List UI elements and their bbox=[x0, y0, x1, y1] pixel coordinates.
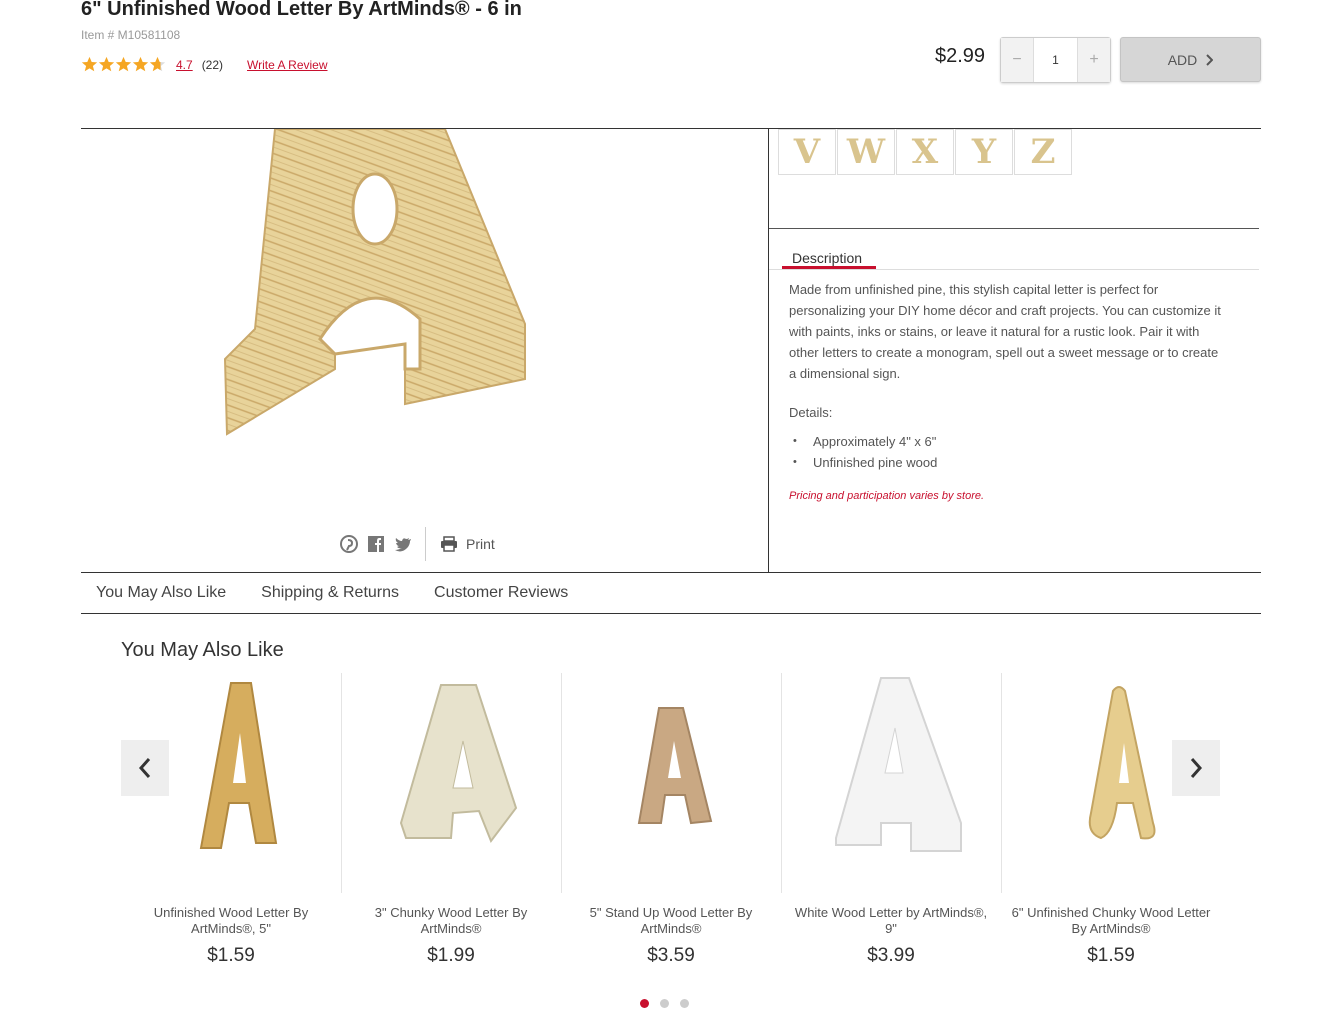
product-price: $1.59 bbox=[207, 945, 255, 966]
thumbnail-strip: V W X Y Z bbox=[778, 129, 1073, 175]
product-image[interactable] bbox=[341, 673, 561, 883]
product-image[interactable] bbox=[781, 673, 1001, 883]
quantity-stepper: − 1 + bbox=[1000, 37, 1111, 83]
divider bbox=[425, 527, 426, 561]
print-button[interactable]: Print bbox=[440, 536, 495, 552]
facebook-icon[interactable] bbox=[367, 535, 385, 553]
pricing-disclaimer: Pricing and participation varies by stor… bbox=[789, 490, 985, 502]
thumbnail-w[interactable]: W bbox=[837, 129, 895, 175]
product-price: $3.59 bbox=[647, 945, 695, 966]
rating-value-link[interactable]: 4.7 bbox=[176, 58, 193, 72]
carousel-prev-button[interactable] bbox=[121, 740, 169, 796]
star-rating bbox=[81, 56, 166, 73]
tab-shipping-returns[interactable]: Shipping & Returns bbox=[261, 584, 399, 602]
carousel-dot[interactable] bbox=[660, 999, 669, 1008]
thumbnail-v[interactable]: V bbox=[778, 129, 836, 175]
details-label: Details: bbox=[789, 405, 833, 420]
star-icon bbox=[115, 56, 132, 72]
chevron-right-icon bbox=[1206, 53, 1214, 66]
share-bar: Print bbox=[340, 527, 495, 561]
chevron-left-icon bbox=[138, 758, 151, 778]
section-tabs: You May Also Like Shipping & Returns Cus… bbox=[81, 573, 1261, 613]
product-card[interactable]: 3" Chunky Wood Letter By ArtMinds® $1.99 bbox=[341, 673, 561, 973]
tab-description[interactable]: Description bbox=[792, 250, 862, 266]
product-price: $2.99 bbox=[935, 45, 986, 67]
thumbnail-z[interactable]: Z bbox=[1014, 129, 1072, 175]
product-name[interactable]: Unfinished Wood Letter By ArtMinds®, 5" bbox=[131, 905, 331, 937]
write-review-link[interactable]: Write A Review bbox=[247, 58, 327, 72]
product-price: $1.59 bbox=[1087, 945, 1135, 966]
star-icon bbox=[132, 56, 149, 72]
details-item: Approximately 4" x 6" bbox=[789, 431, 937, 452]
product-card[interactable]: 5" Stand Up Wood Letter By ArtMinds® $3.… bbox=[561, 673, 781, 973]
decrease-quantity-button[interactable]: − bbox=[1001, 38, 1034, 82]
product-image[interactable] bbox=[561, 673, 781, 883]
partial-star-icon bbox=[149, 56, 166, 72]
twitter-icon[interactable] bbox=[394, 535, 412, 553]
quantity-input[interactable]: 1 bbox=[1034, 38, 1077, 82]
carousel-pagination bbox=[640, 999, 689, 1008]
divider bbox=[769, 269, 1259, 270]
product-price: $1.99 bbox=[427, 945, 475, 966]
section-title: You May Also Like bbox=[121, 639, 284, 661]
carousel-dot[interactable] bbox=[640, 999, 649, 1008]
increase-quantity-button[interactable]: + bbox=[1077, 38, 1110, 82]
add-button-label: ADD bbox=[1167, 51, 1198, 68]
product-name[interactable]: 5" Stand Up Wood Letter By ArtMinds® bbox=[571, 905, 771, 937]
pinterest-icon[interactable] bbox=[340, 535, 358, 553]
item-number: Item # M10581108 bbox=[81, 28, 181, 42]
recommendation-carousel: Unfinished Wood Letter By ArtMinds®, 5" … bbox=[121, 673, 1221, 973]
thumbnail-y[interactable]: Y bbox=[955, 129, 1013, 175]
divider bbox=[81, 613, 1261, 614]
details-list: Approximately 4" x 6" Unfinished pine wo… bbox=[789, 431, 937, 473]
product-name[interactable]: White Wood Letter by ArtMinds®, 9" bbox=[791, 905, 991, 937]
printer-icon bbox=[441, 536, 457, 552]
star-icon bbox=[98, 56, 115, 72]
carousel-next-button[interactable] bbox=[1172, 740, 1220, 796]
product-card[interactable]: White Wood Letter by ArtMinds®, 9" $3.99 bbox=[781, 673, 1001, 973]
chevron-right-icon bbox=[1190, 758, 1203, 778]
add-to-cart-button[interactable]: ADD bbox=[1120, 37, 1261, 82]
product-title: 6" Unfinished Wood Letter By ArtMinds® -… bbox=[81, 0, 522, 20]
thumbnail-x[interactable]: X bbox=[896, 129, 954, 175]
details-item: Unfinished pine wood bbox=[789, 452, 937, 473]
rating-count: (22) bbox=[201, 57, 224, 72]
product-name[interactable]: 6" Unfinished Chunky Wood Letter By ArtM… bbox=[1011, 905, 1211, 937]
carousel-dot[interactable] bbox=[680, 999, 689, 1008]
divider bbox=[768, 129, 769, 573]
product-price: $3.99 bbox=[867, 945, 915, 966]
rating-row: 4.7 (22) Write A Review bbox=[81, 56, 328, 73]
tab-you-may-also-like[interactable]: You May Also Like bbox=[96, 584, 226, 602]
product-name[interactable]: 3" Chunky Wood Letter By ArtMinds® bbox=[351, 905, 551, 937]
divider bbox=[769, 228, 1259, 229]
product-card[interactable]: Unfinished Wood Letter By ArtMinds®, 5" … bbox=[121, 673, 341, 973]
tab-customer-reviews[interactable]: Customer Reviews bbox=[434, 584, 568, 602]
product-main-image[interactable] bbox=[215, 129, 535, 439]
product-card[interactable]: 6" Unfinished Chunky Wood Letter By ArtM… bbox=[1001, 673, 1221, 973]
star-icon bbox=[81, 56, 98, 72]
print-label: Print bbox=[466, 536, 495, 552]
description-body: Made from unfinished pine, this stylish … bbox=[789, 282, 1221, 381]
